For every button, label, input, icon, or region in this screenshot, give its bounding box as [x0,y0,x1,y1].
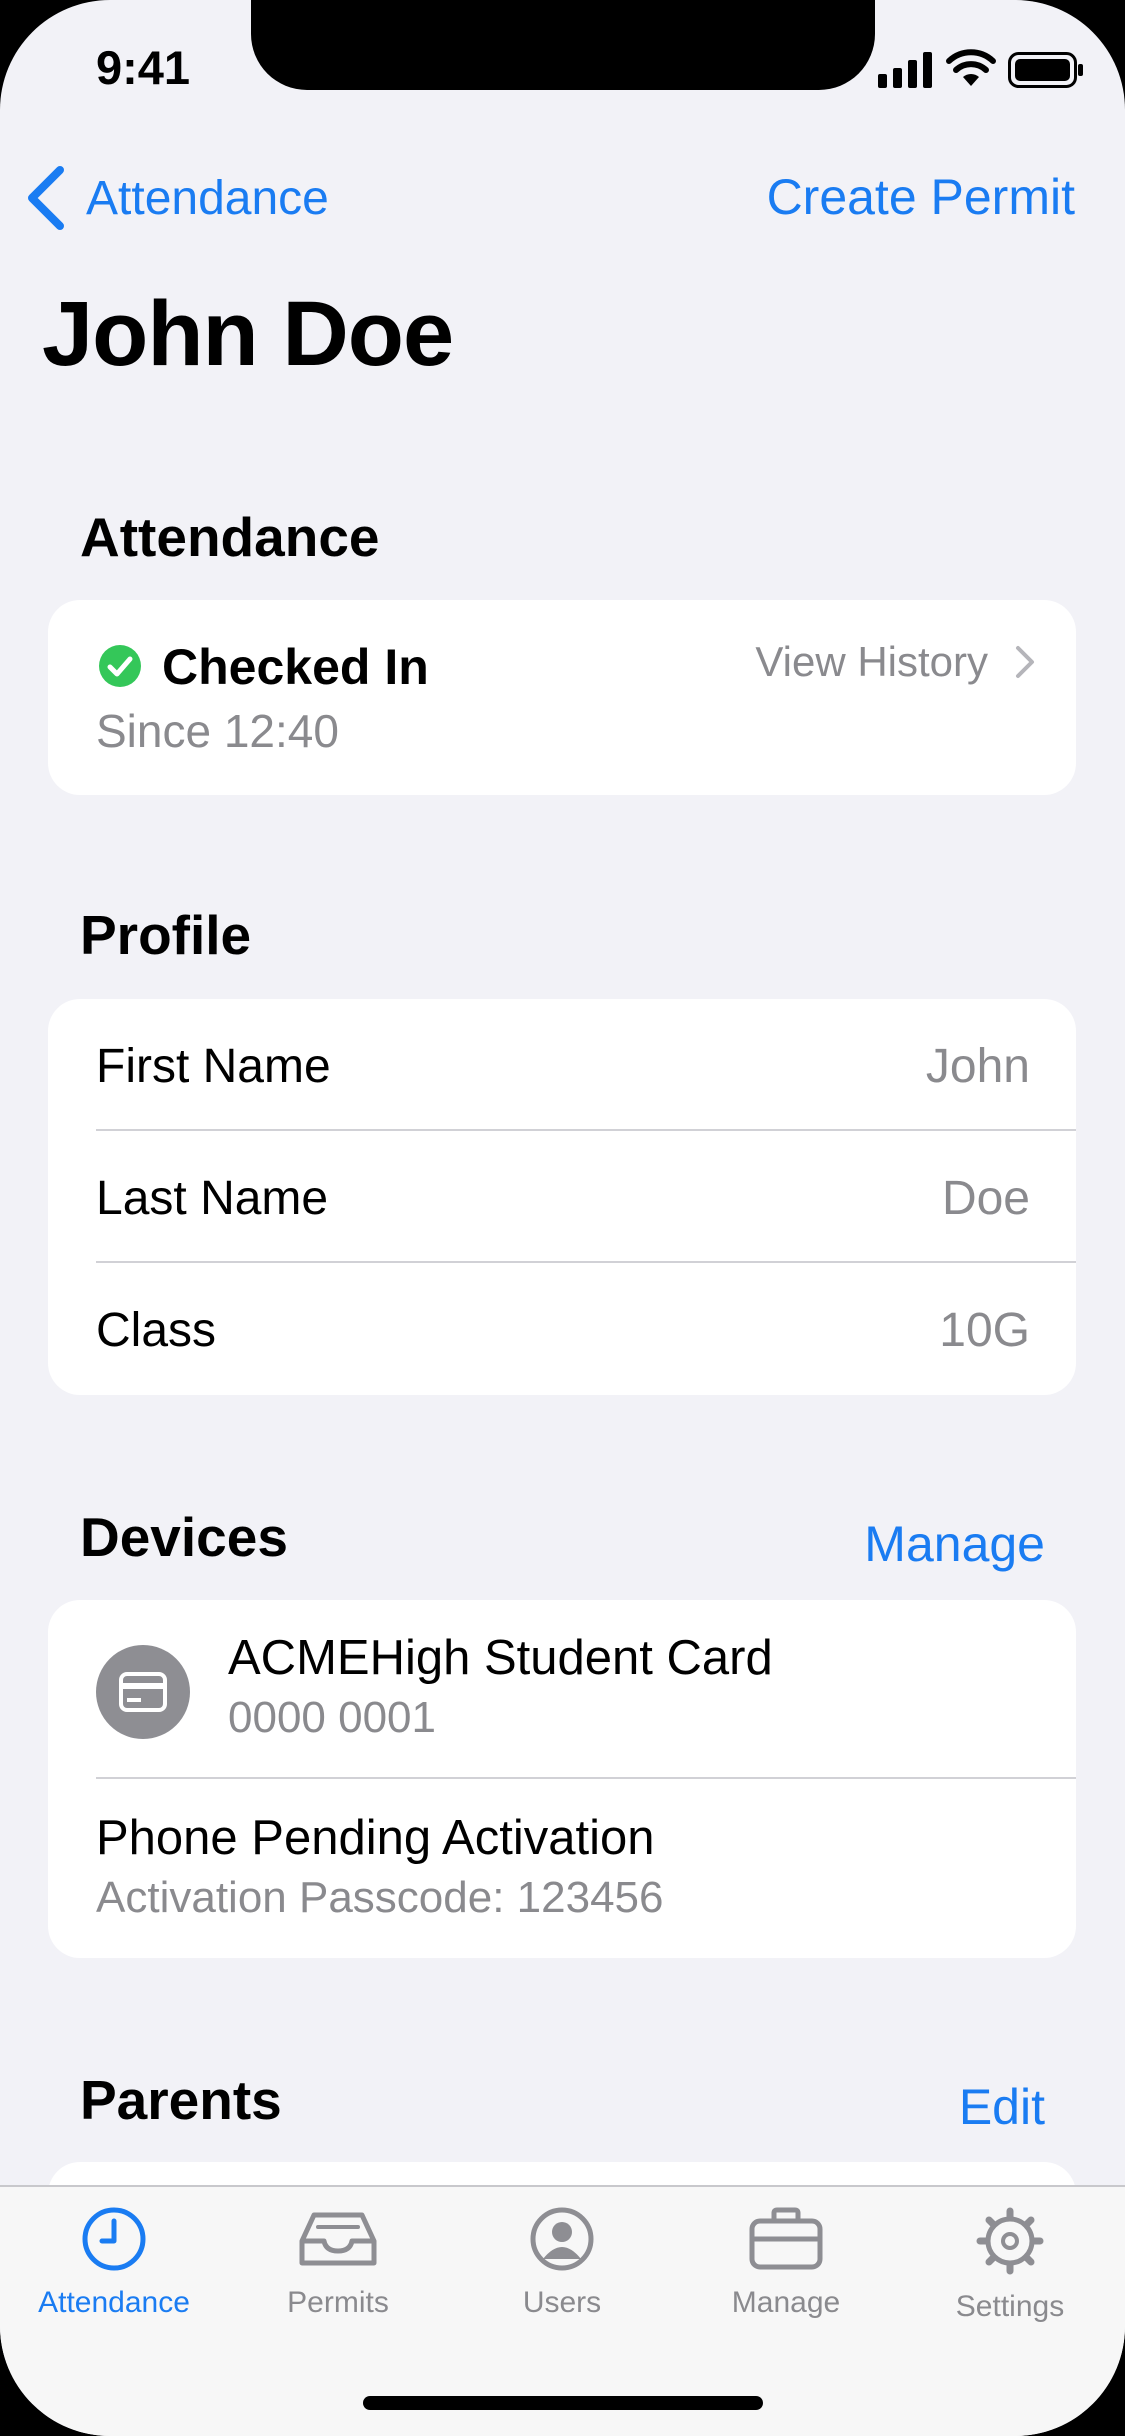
device-subtitle: 0000 0001 [228,1693,436,1742]
attendance-card[interactable]: Checked In Since 12:40 View History [48,600,1076,795]
phone-screen: 9:41 Attendance Create Permit John Doe A… [0,0,1125,2436]
device-subtitle: Activation Passcode: 123456 [96,1873,664,1922]
view-history-label: View History [755,638,988,685]
person-circle-icon [530,2207,594,2271]
tab-users[interactable]: Users [450,2205,674,2320]
first-name-label: First Name [96,1040,331,1093]
cellular-signal-icon [878,52,932,88]
first-name-value: John [925,1040,1030,1093]
wifi-icon [946,49,996,86]
clock-icon [82,2207,146,2271]
tray-icon [299,2212,377,2266]
attendance-status: Checked In [162,639,429,695]
attendance-section-title: Attendance [80,506,380,568]
manage-devices-button[interactable]: Manage [864,1515,1045,1573]
last-name-value: Doe [941,1172,1030,1225]
briefcase-icon [749,2207,823,2270]
device-avatar [96,1645,190,1739]
class-label: Class [96,1304,217,1357]
parents-section-title: Parents [80,2069,282,2131]
device-title: Phone Pending Activation [96,1811,655,1865]
profile-card: First Name John Last Name Doe Class 10G [48,999,1076,1395]
back-button[interactable]: Attendance [24,162,329,234]
tab-settings-label: Settings [955,2290,1065,2323]
card-icon [119,1672,167,1712]
class-value: 10G [939,1304,1030,1357]
tab-manage-label: Manage [731,2286,841,2319]
devices-card: ACMEHigh Student Card 0000 0001 Phone Pe… [48,1600,1076,1958]
tab-settings[interactable]: Settings [898,2205,1122,2324]
battery-icon [1008,52,1083,88]
view-history-link[interactable]: View History [755,638,1036,686]
row-divider [96,1129,1076,1131]
tab-permits-label: Permits [287,2286,389,2319]
home-indicator[interactable] [363,2396,763,2410]
tab-attendance-label: Attendance [38,2286,190,2319]
row-divider [96,1261,1076,1263]
notch [251,0,875,90]
chevron-left-icon [28,166,64,230]
device-title: ACMEHigh Student Card [228,1631,773,1685]
back-button-label: Attendance [86,171,329,225]
chevron-right-icon [1016,646,1034,678]
tab-users-label: Users [522,2286,602,2319]
gear-icon [976,2207,1044,2275]
checkmark-circle-icon [99,645,141,687]
page-title: John Doe [42,283,454,385]
last-name-label: Last Name [96,1172,329,1225]
tab-attendance[interactable]: Attendance [2,2205,226,2320]
profile-section-title: Profile [80,904,252,966]
edit-parents-button[interactable]: Edit [959,2078,1045,2136]
devices-section-title: Devices [80,1506,288,1568]
tab-permits[interactable]: Permits [226,2205,450,2320]
row-divider [96,1777,1076,1779]
create-permit-button[interactable]: Create Permit [767,168,1075,226]
attendance-since: Since 12:40 [96,705,339,757]
status-time: 9:41 [96,41,191,94]
tab-manage[interactable]: Manage [674,2205,898,2320]
